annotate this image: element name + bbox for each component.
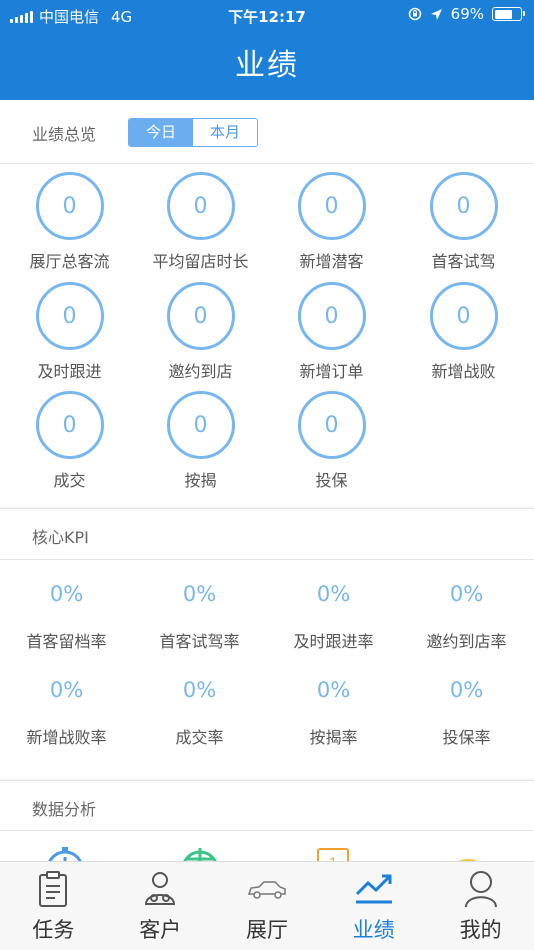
overview-item[interactable]: 0 首客试驾 (397, 172, 530, 272)
overview-label: 展厅总客流 (29, 252, 110, 271)
kpi-label: 首客留档率 (26, 632, 107, 651)
clipboard-icon (39, 871, 68, 907)
kpi-label: 首客试驾率 (159, 632, 240, 651)
overview-value: 0 (166, 391, 235, 459)
kpi-value: 0% (449, 582, 484, 606)
analysis-header: 数据分析 (0, 781, 534, 831)
battery-icon (492, 7, 525, 21)
gauge-icon[interactable] (180, 845, 220, 861)
tab-label-showroom: 展厅 (245, 918, 288, 942)
overview-value: 0 (35, 391, 104, 459)
tab-bar: 任务 客户 展厅 业绩 我的 (0, 861, 534, 950)
kpi-value: 0% (49, 582, 84, 606)
tab-this-month[interactable]: 本月 (193, 119, 257, 146)
overview-item[interactable]: 0 平均留店时长 (134, 172, 267, 272)
overview-label: 投保 (315, 471, 348, 490)
overview-item[interactable]: 0 成交 (3, 391, 136, 491)
car-icon (247, 881, 286, 899)
overview-header: 业绩总览 今日 本月 (0, 100, 534, 164)
overview-value: 0 (166, 282, 235, 350)
kpi-label: 及时跟进率 (293, 632, 374, 651)
kpi-value: 0% (49, 678, 84, 702)
overview-label: 邀约到店 (168, 362, 233, 381)
tab-label-tasks: 任务 (32, 918, 75, 942)
overview-value: 0 (297, 282, 366, 350)
kpi-label: 新增战败率 (26, 728, 107, 747)
overview-item[interactable]: 0 按揭 (134, 391, 267, 491)
overview-section: 业绩总览 今日 本月 0 展厅总客流 0 平均留店时长 0 新增潜客 0 首客试驾 0 及时跟进 0… (0, 100, 534, 507)
tab-tasks[interactable]: 任务 (0, 862, 107, 950)
overview-value: 0 (429, 282, 498, 350)
analysis-title: 数据分析 (32, 800, 97, 819)
kpi-item[interactable]: 0% 邀约到店率 (400, 582, 533, 652)
overview-label: 新增订单 (299, 362, 364, 381)
kpi-label: 投保率 (442, 728, 491, 747)
overview-label: 平均留店时长 (152, 252, 249, 271)
overview-item[interactable]: 0 及时跟进 (3, 282, 136, 382)
kpi-item[interactable]: 0% 投保率 (400, 678, 533, 748)
overview-item[interactable]: 0 邀约到店 (134, 282, 267, 382)
tab-performance[interactable]: 业绩 (320, 862, 427, 950)
overview-item[interactable]: 0 新增订单 (265, 282, 398, 382)
kpi-label: 邀约到店率 (426, 632, 507, 651)
tab-label-profile: 我的 (459, 918, 502, 942)
location-icon (430, 8, 442, 20)
kpi-item[interactable]: 0% 首客留档率 (0, 582, 133, 652)
status-right: 69% (408, 5, 525, 23)
timer-icon[interactable] (45, 845, 85, 861)
kpi-item[interactable]: 0% 及时跟进率 (267, 582, 400, 652)
tab-label-customers: 客户 (139, 918, 182, 942)
kpi-item[interactable]: 0% 成交率 (133, 678, 266, 748)
kpi-value: 0% (449, 678, 484, 702)
analysis-section: 数据分析 1 (0, 780, 534, 861)
overview-item[interactable]: 0 新增潜客 (265, 172, 398, 272)
tab-label-performance: 业绩 (352, 918, 395, 942)
profile-icon (464, 871, 497, 908)
calendar-icon[interactable]: 1 (316, 847, 350, 861)
overview-value: 0 (297, 172, 366, 240)
customers-icon (145, 872, 176, 905)
kpi-title: 核心KPI (32, 528, 89, 547)
status-bar: 中国电信 4G 下午12:17 69% (0, 0, 534, 30)
kpi-label: 成交率 (175, 728, 224, 747)
overview-label: 首客试驾 (431, 252, 496, 271)
overview-value: 0 (35, 282, 104, 350)
overview-title: 业绩总览 (32, 125, 97, 144)
overview-item[interactable]: 0 新增战败 (397, 282, 530, 382)
kpi-item[interactable]: 0% 按揭率 (267, 678, 400, 748)
kpi-item[interactable]: 0% 新增战败率 (0, 678, 133, 748)
overview-label: 及时跟进 (37, 362, 102, 381)
period-switch: 今日 本月 (128, 118, 258, 147)
kpi-value: 0% (182, 582, 217, 606)
overview-value: 0 (35, 172, 104, 240)
tab-today[interactable]: 今日 (129, 119, 193, 146)
tab-customers[interactable]: 客户 (107, 862, 214, 950)
overview-item[interactable]: 0 投保 (265, 391, 398, 491)
overview-item[interactable]: 0 展厅总客流 (3, 172, 136, 272)
orientation-lock-icon (408, 7, 421, 21)
page-title: 业绩 (235, 48, 299, 83)
overview-value: 0 (297, 391, 366, 459)
kpi-header: 核心KPI (0, 509, 534, 560)
tab-profile[interactable]: 我的 (427, 862, 534, 950)
overview-label: 按揭 (184, 471, 217, 490)
kpi-value: 0% (316, 678, 351, 702)
overview-label: 新增潜客 (299, 252, 364, 271)
kpi-value: 0% (182, 678, 217, 702)
chart-icon[interactable] (446, 851, 490, 861)
overview-label: 新增战败 (431, 362, 496, 381)
overview-label: 成交 (53, 471, 86, 490)
kpi-label: 按揭率 (309, 728, 358, 747)
calendar-day: 1 (329, 854, 337, 861)
overview-value: 0 (429, 172, 498, 240)
tab-showroom[interactable]: 展厅 (214, 862, 321, 950)
kpi-item[interactable]: 0% 首客试驾率 (133, 582, 266, 652)
kpi-value: 0% (316, 582, 351, 606)
overview-value: 0 (166, 172, 235, 240)
kpi-section: 核心KPI 0% 首客留档率 0% 首客试驾率 0% 及时跟进率 0% 邀约到店率 0% 新增战败… (0, 508, 534, 779)
trend-icon (355, 874, 392, 904)
battery-percent: 69% (450, 5, 484, 23)
header: 中国电信 4G 下午12:17 69% 业绩 (0, 0, 534, 100)
